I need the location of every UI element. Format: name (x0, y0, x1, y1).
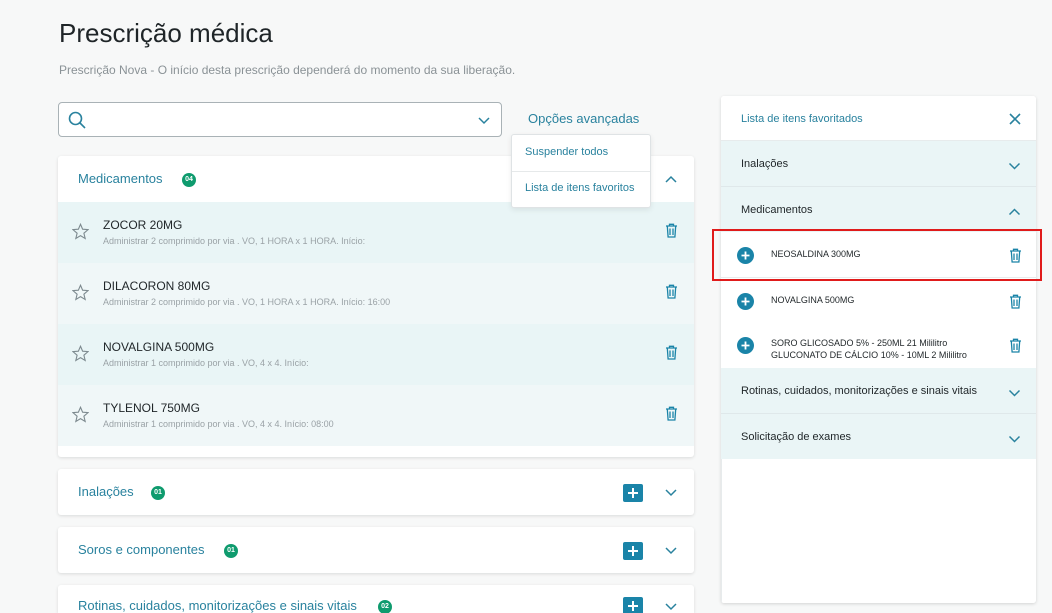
page-subtitle: Prescrição Nova - O início desta prescri… (59, 63, 516, 77)
advanced-options-menu: Suspender todos Lista de itens favoritos (511, 134, 651, 208)
favorite-item-name: NOVALGINA 500MG (771, 295, 855, 305)
medication-name: NOVALGINA 500MG (103, 340, 215, 354)
favorite-item[interactable]: SORO GLICOSADO 5% - 250ML 21 Mililitro G… (721, 323, 1036, 373)
favorites-section-exames[interactable]: Solicitação de exames (721, 414, 1036, 460)
favorite-item-name-line2: GLUCONATO DE CÁLCIO 10% - 10ML 2 Mililit… (771, 350, 967, 360)
medication-name: TYLENOL 750MG (103, 401, 200, 415)
plus-icon (628, 488, 638, 498)
medication-name: DILACORON 80MG (103, 279, 211, 293)
section-title: Inalações (78, 484, 134, 499)
add-button[interactable] (623, 597, 643, 613)
count-badge: 01 (151, 486, 165, 500)
favorite-item[interactable]: NOVALGINA 500MG (721, 278, 1036, 324)
search-box[interactable] (58, 102, 502, 137)
chevron-down-icon[interactable] (1008, 386, 1021, 399)
section-header[interactable]: Rotinas, cuidados, monitorizações e sina… (58, 585, 694, 613)
medication-detail: Administrar 2 comprimido por via . VO, 1… (103, 236, 366, 246)
trash-icon[interactable] (665, 345, 678, 360)
favorites-header: Lista de itens favoritados (721, 96, 1036, 141)
chevron-up-icon[interactable] (664, 172, 678, 186)
trash-icon[interactable] (1009, 294, 1022, 309)
medication-detail: Administrar 2 comprimido por via . VO, 1… (103, 297, 391, 307)
add-circle-icon[interactable] (737, 337, 754, 354)
count-badge: 04 (182, 173, 196, 187)
section-header[interactable]: Soros e componentes 01 (58, 527, 694, 573)
close-icon[interactable] (1009, 113, 1021, 125)
highlight-box (712, 229, 1042, 281)
chevron-down-icon[interactable] (1008, 159, 1021, 172)
menu-item-favorites-list[interactable]: Lista de itens favoritos (525, 182, 634, 194)
favorite-item-name: SORO GLICOSADO 5% - 250ML 21 Mililitro (771, 338, 948, 348)
chevron-down-icon[interactable] (477, 113, 491, 127)
count-badge: 02 (378, 600, 392, 613)
menu-item-suspend-all[interactable]: Suspender todos (525, 146, 608, 158)
section-title: Medicamentos (78, 171, 163, 186)
medication-detail: Administrar 1 comprimido por via . VO, 4… (103, 358, 309, 368)
section-title: Soros e componentes (78, 542, 205, 557)
medication-row[interactable]: TYLENOL 750MG Administrar 1 comprimido p… (58, 385, 694, 446)
medication-row[interactable]: NOVALGINA 500MG Administrar 1 comprimido… (58, 324, 694, 385)
favorites-section-title: Solicitação de exames (741, 431, 852, 443)
medication-name: ZOCOR 20MG (103, 218, 183, 232)
favorites-section-title: Rotinas, cuidados, monitorizações e sina… (741, 385, 978, 397)
star-icon[interactable] (72, 406, 89, 423)
trash-icon[interactable] (665, 223, 678, 238)
favorites-section-rotinas[interactable]: Rotinas, cuidados, monitorizações e sina… (721, 368, 1036, 414)
search-input[interactable] (93, 107, 463, 133)
section-title: Rotinas, cuidados, monitorizações e sina… (78, 598, 357, 613)
chevron-down-icon[interactable] (664, 485, 678, 499)
favorites-title: Lista de itens favoritados (741, 113, 863, 125)
plus-icon (628, 601, 638, 611)
chevron-up-icon[interactable] (1008, 205, 1021, 218)
chevron-down-icon[interactable] (664, 543, 678, 557)
chevron-down-icon[interactable] (664, 599, 678, 613)
star-icon[interactable] (72, 345, 89, 362)
section-rotinas[interactable]: Rotinas, cuidados, monitorizações e sina… (58, 585, 694, 613)
favorites-section-inalacoes[interactable]: Inalações (721, 141, 1036, 187)
favorites-panel: Lista de itens favoritados Inalações Med… (721, 96, 1036, 603)
favorites-section-title: Medicamentos (741, 204, 813, 216)
trash-icon[interactable] (665, 284, 678, 299)
medication-row[interactable]: DILACORON 80MG Administrar 2 comprimido … (58, 263, 694, 324)
plus-icon (628, 546, 638, 556)
section-header[interactable]: Inalações 01 (58, 469, 694, 515)
star-icon[interactable] (72, 284, 89, 301)
page-title: Prescrição médica (59, 18, 273, 48)
favorites-section-medicamentos[interactable]: Medicamentos (721, 187, 1036, 233)
add-button[interactable] (623, 484, 643, 502)
menu-divider (512, 171, 650, 172)
favorites-section-title: Inalações (741, 158, 789, 170)
count-badge: 01 (224, 544, 238, 558)
advanced-options-link[interactable]: Opções avançadas (528, 111, 639, 126)
add-circle-icon[interactable] (737, 293, 754, 310)
favorites-empty-area (721, 459, 1036, 603)
star-icon[interactable] (72, 223, 89, 240)
search-icon (68, 111, 86, 129)
trash-icon[interactable] (1009, 338, 1022, 353)
section-soros[interactable]: Soros e componentes 01 (58, 527, 694, 573)
add-button[interactable] (623, 542, 643, 560)
medication-detail: Administrar 1 comprimido por via . VO, 4… (103, 419, 334, 429)
section-inalacoes[interactable]: Inalações 01 (58, 469, 694, 515)
chevron-down-icon[interactable] (1008, 432, 1021, 445)
medication-row[interactable]: ZOCOR 20MG Administrar 2 comprimido por … (58, 202, 694, 263)
trash-icon[interactable] (665, 406, 678, 421)
